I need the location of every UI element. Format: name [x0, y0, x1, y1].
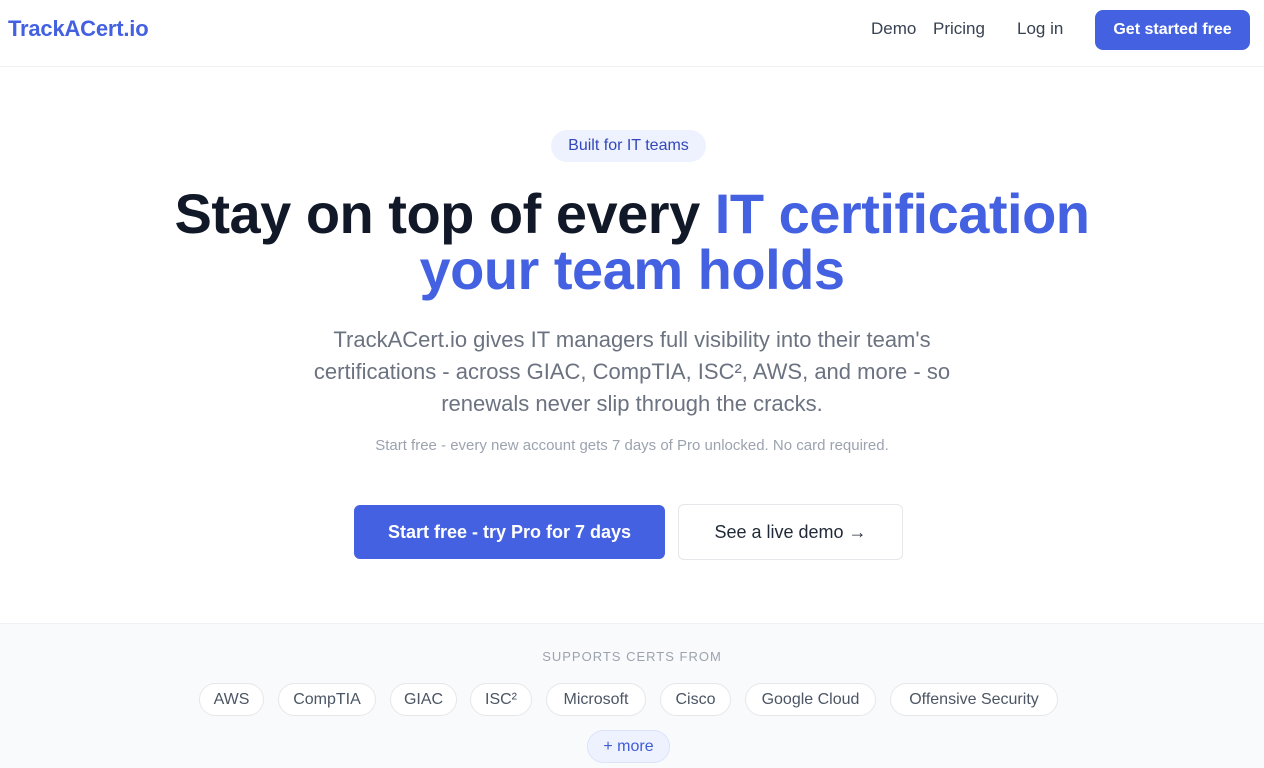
live-demo-button[interactable]: See a live demo →	[678, 504, 903, 560]
top-nav-bar: TrackACert.io Demo Pricing Log in Get st…	[0, 0, 1264, 67]
cert-chip-isc2: ISC²	[470, 683, 532, 716]
get-started-button[interactable]: Get started free	[1095, 10, 1250, 50]
headline-plain-text: Stay on top of every	[174, 182, 715, 245]
headline-accent-text-1: IT certification	[714, 182, 1090, 245]
headline-accent-text-2: your team holds	[419, 238, 845, 301]
cert-chip-comptia: CompTIA	[278, 683, 376, 716]
cert-chip-cisco: Cisco	[660, 683, 731, 716]
cert-chip-aws: AWS	[199, 683, 264, 716]
site-logo[interactable]: TrackACert.io	[8, 16, 149, 42]
trial-note: Start free - every new account gets 7 da…	[375, 437, 889, 454]
audience-badge: Built for IT teams	[551, 130, 706, 162]
cert-chip-google-cloud: Google Cloud	[745, 683, 876, 716]
supported-certs-section: SUPPORTS CERTS FROM AWS CompTIA GIAC ISC…	[0, 623, 1264, 768]
cert-chip-giac: GIAC	[390, 683, 457, 716]
more-certs-button[interactable]: + more	[587, 730, 670, 763]
nav-link-demo[interactable]: Demo	[871, 19, 916, 39]
nav-link-login[interactable]: Log in	[1017, 19, 1063, 39]
start-free-trial-button[interactable]: Start free - try Pro for 7 days	[354, 505, 665, 559]
nav-link-pricing[interactable]: Pricing	[933, 19, 985, 39]
cert-chip-offensive-security: Offensive Security	[890, 683, 1058, 716]
cert-chip-microsoft: Microsoft	[546, 683, 646, 716]
hero-headline: Stay on top of every IT certification you…	[0, 186, 1264, 298]
hero-subheading: TrackACert.io gives IT managers full vis…	[313, 327, 951, 416]
supported-certs-heading: SUPPORTS CERTS FROM	[542, 649, 722, 664]
